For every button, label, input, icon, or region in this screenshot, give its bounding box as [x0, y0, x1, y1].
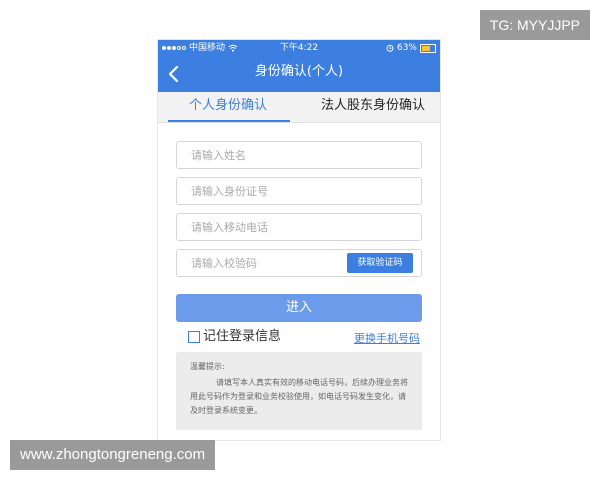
battery-icon — [420, 43, 436, 53]
notice-body: 请填写本人真实有效的移动电话号码，后续办理业务将用此号码作为登录和业务校验使用，… — [190, 378, 408, 415]
tg-watermark: TG: MYYJJPP — [479, 10, 590, 40]
id-number-field[interactable] — [176, 177, 422, 205]
notice-box: 温馨提示: 请填写本人真实有效的移动电话号码，后续办理业务将用此号码作为登录和业… — [176, 352, 422, 430]
phone-screen: 中国移动 下午4:22 63% 身份确认(个人) 个人身份确认 法人股东身份确认… — [158, 40, 440, 440]
tab-legal-shareholder[interactable]: 法人股东身份确认 — [308, 92, 438, 122]
phone-field[interactable] — [176, 213, 422, 241]
tab-personal[interactable]: 个人身份确认 — [166, 92, 290, 122]
id-number-input[interactable] — [177, 178, 341, 204]
tab-bar: 个人身份确认 法人股东身份确认 — [158, 92, 440, 123]
site-watermark: www.zhongtongreneng.com — [10, 440, 216, 470]
get-code-button[interactable]: 获取验证码 — [347, 253, 413, 273]
remember-row: 记住登录信息 — [188, 329, 281, 345]
status-right: 63% — [386, 40, 436, 56]
phone-input[interactable] — [177, 214, 341, 240]
remember-label: 记住登录信息 — [203, 329, 282, 344]
code-input[interactable] — [177, 250, 341, 276]
name-field[interactable] — [176, 141, 422, 169]
nav-bar: 身份确认(个人) — [158, 56, 440, 92]
remember-checkbox[interactable] — [188, 331, 200, 343]
page-title: 身份确认(个人) — [254, 64, 344, 79]
code-field[interactable]: 获取验证码 — [176, 249, 422, 277]
change-phone-link[interactable]: 更换手机号码 — [354, 332, 420, 346]
battery-percent: 63% — [396, 43, 417, 53]
status-bar: 中国移动 下午4:22 63% — [158, 40, 440, 56]
submit-button[interactable]: 进入 — [176, 294, 422, 322]
alarm-icon — [386, 44, 394, 52]
notice-title: 温馨提示: — [190, 362, 225, 371]
name-input[interactable] — [177, 142, 341, 168]
